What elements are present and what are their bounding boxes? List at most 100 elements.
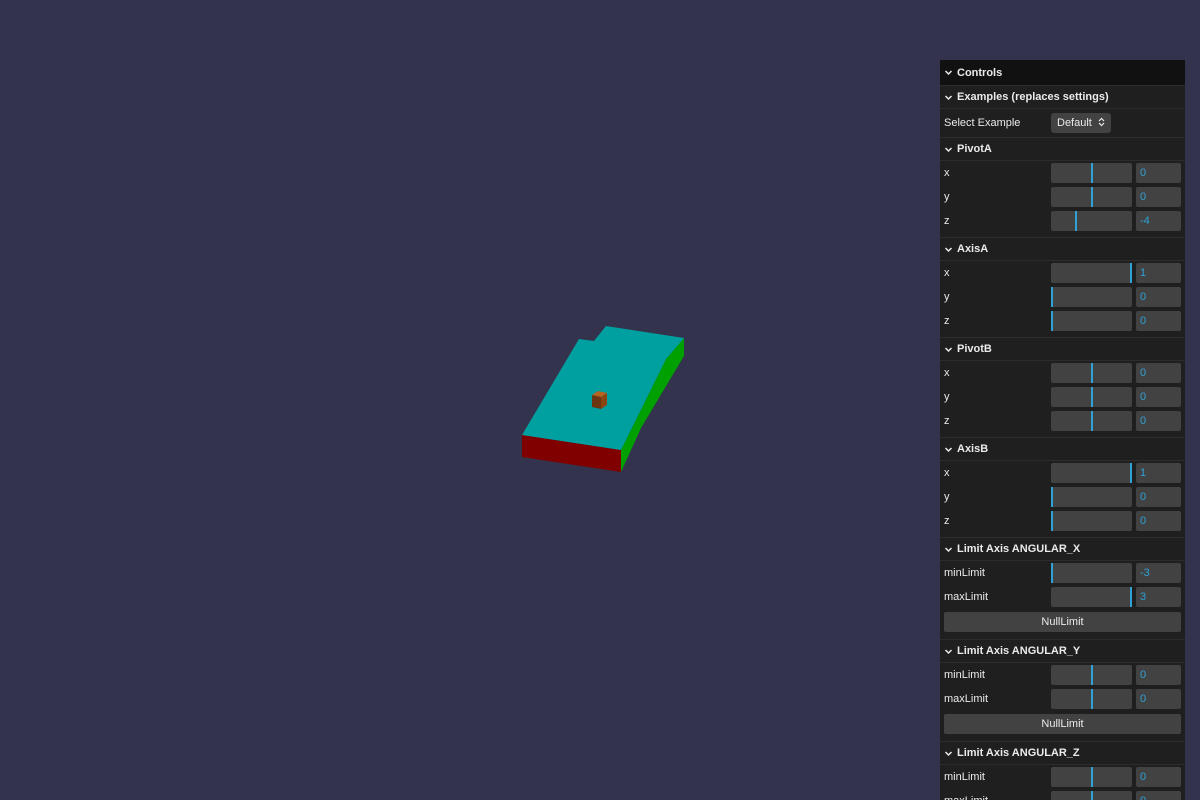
param-number-input[interactable]: 0 [1136,311,1181,331]
folder-title: AxisA [957,243,989,255]
controls-title: Controls [957,66,1003,79]
folder-title: PivotB [957,343,992,355]
param-number-input[interactable]: 0 [1136,511,1181,531]
param-slider[interactable] [1051,587,1132,607]
controls-panel: Controls Examples (replaces settings) Se… [940,60,1185,800]
null-limit-button[interactable]: NullLimit [944,612,1181,632]
slider-thumb[interactable] [1130,587,1132,607]
folder-pivotB[interactable]: PivotB [940,337,1185,361]
select-example-row: Select Example Default [940,109,1185,137]
example-select-value: Default [1057,117,1092,129]
param-row-maxLimit: maxLimit 0 [940,789,1185,800]
folder-title: PivotA [957,143,992,155]
param-number-input[interactable]: 0 [1136,287,1181,307]
param-number-input[interactable]: 0 [1136,411,1181,431]
folder-axisA[interactable]: AxisA [940,237,1185,261]
slider-thumb[interactable] [1051,511,1053,531]
param-number-input[interactable]: 0 [1136,689,1181,709]
param-number-input[interactable]: 0 [1136,387,1181,407]
slider-thumb[interactable] [1091,665,1093,685]
chevron-down-icon [944,445,953,454]
param-label: minLimit [944,669,985,681]
folder-title: AxisB [957,443,989,455]
folder-limitX[interactable]: Limit Axis ANGULAR_X [940,537,1185,561]
slider-thumb[interactable] [1051,487,1053,507]
chevron-down-icon [944,93,953,102]
param-row-y: y0 [940,485,1185,509]
param-label: y [944,191,950,203]
chevron-down-icon [944,647,953,656]
folder-title: Limit Axis ANGULAR_X [957,543,1081,555]
param-number-input[interactable]: 0 [1136,767,1181,787]
param-slider[interactable] [1051,363,1132,383]
folder-limitZ[interactable]: Limit Axis ANGULAR_Z [940,741,1185,765]
param-slider[interactable] [1051,487,1132,507]
folder-title: Examples (replaces settings) [957,91,1109,103]
param-slider[interactable] [1051,665,1132,685]
param-number-input[interactable]: 0 [1136,363,1181,383]
param-slider[interactable] [1051,263,1132,283]
slider-thumb[interactable] [1091,187,1093,207]
slider-thumb[interactable] [1091,387,1093,407]
param-slider[interactable] [1051,387,1132,407]
slider-thumb[interactable] [1091,689,1093,709]
chevron-down-icon [944,145,953,154]
param-label: maxLimit [944,591,989,603]
param-number-input[interactable]: 0 [1136,791,1181,800]
slider-thumb[interactable] [1091,411,1093,431]
param-slider[interactable] [1051,163,1132,183]
param-slider[interactable] [1051,511,1132,531]
param-row-x: x1 [940,461,1185,485]
param-row-y: y0 [940,185,1185,209]
param-row-maxLimit: maxLimit 0 [940,687,1185,711]
slider-thumb[interactable] [1051,311,1053,331]
param-number-input[interactable]: 0 [1136,163,1181,183]
param-number-input[interactable]: 0 [1136,665,1181,685]
param-number-input[interactable]: 0 [1136,487,1181,507]
param-label: y [944,491,950,503]
param-row-y: y0 [940,385,1185,409]
slider-thumb[interactable] [1075,211,1077,231]
param-number-input[interactable]: 1 [1136,263,1181,283]
param-slider[interactable] [1051,211,1132,231]
param-slider[interactable] [1051,187,1132,207]
example-select[interactable]: Default [1051,113,1111,133]
folder-pivotA[interactable]: PivotA [940,137,1185,161]
slider-thumb[interactable] [1130,463,1132,483]
param-slider[interactable] [1051,689,1132,709]
slider-thumb[interactable] [1130,263,1132,283]
param-label: maxLimit [944,693,989,705]
controls-header[interactable]: Controls [940,60,1185,85]
folder-examples[interactable]: Examples (replaces settings) [940,85,1185,109]
slider-thumb[interactable] [1091,163,1093,183]
null-limit-button[interactable]: NullLimit [944,714,1181,734]
param-number-input[interactable]: -4 [1136,211,1181,231]
param-number-input[interactable]: -3 [1136,563,1181,583]
param-label: z [944,315,950,327]
button-row: NullLimit [940,711,1185,737]
param-row-y: y0 [940,285,1185,309]
slider-thumb[interactable] [1091,767,1093,787]
param-slider[interactable] [1051,287,1132,307]
folder-limitY[interactable]: Limit Axis ANGULAR_Y [940,639,1185,663]
param-slider[interactable] [1051,791,1132,800]
slider-thumb[interactable] [1091,791,1093,800]
param-row-z: z0 [940,309,1185,333]
param-slider[interactable] [1051,463,1132,483]
param-number-input[interactable]: 1 [1136,463,1181,483]
param-slider[interactable] [1051,563,1132,583]
folder-axisB[interactable]: AxisB [940,437,1185,461]
param-row-z: z0 [940,509,1185,533]
slider-thumb[interactable] [1091,363,1093,383]
param-label: y [944,291,950,303]
param-row-x: x0 [940,361,1185,385]
param-slider[interactable] [1051,311,1132,331]
param-row-maxLimit: maxLimit 3 [940,585,1185,609]
slider-thumb[interactable] [1051,287,1053,307]
param-number-input[interactable]: 0 [1136,187,1181,207]
param-slider[interactable] [1051,411,1132,431]
param-row-z: z -4 [940,209,1185,233]
slider-thumb[interactable] [1051,563,1053,583]
param-slider[interactable] [1051,767,1132,787]
param-number-input[interactable]: 3 [1136,587,1181,607]
